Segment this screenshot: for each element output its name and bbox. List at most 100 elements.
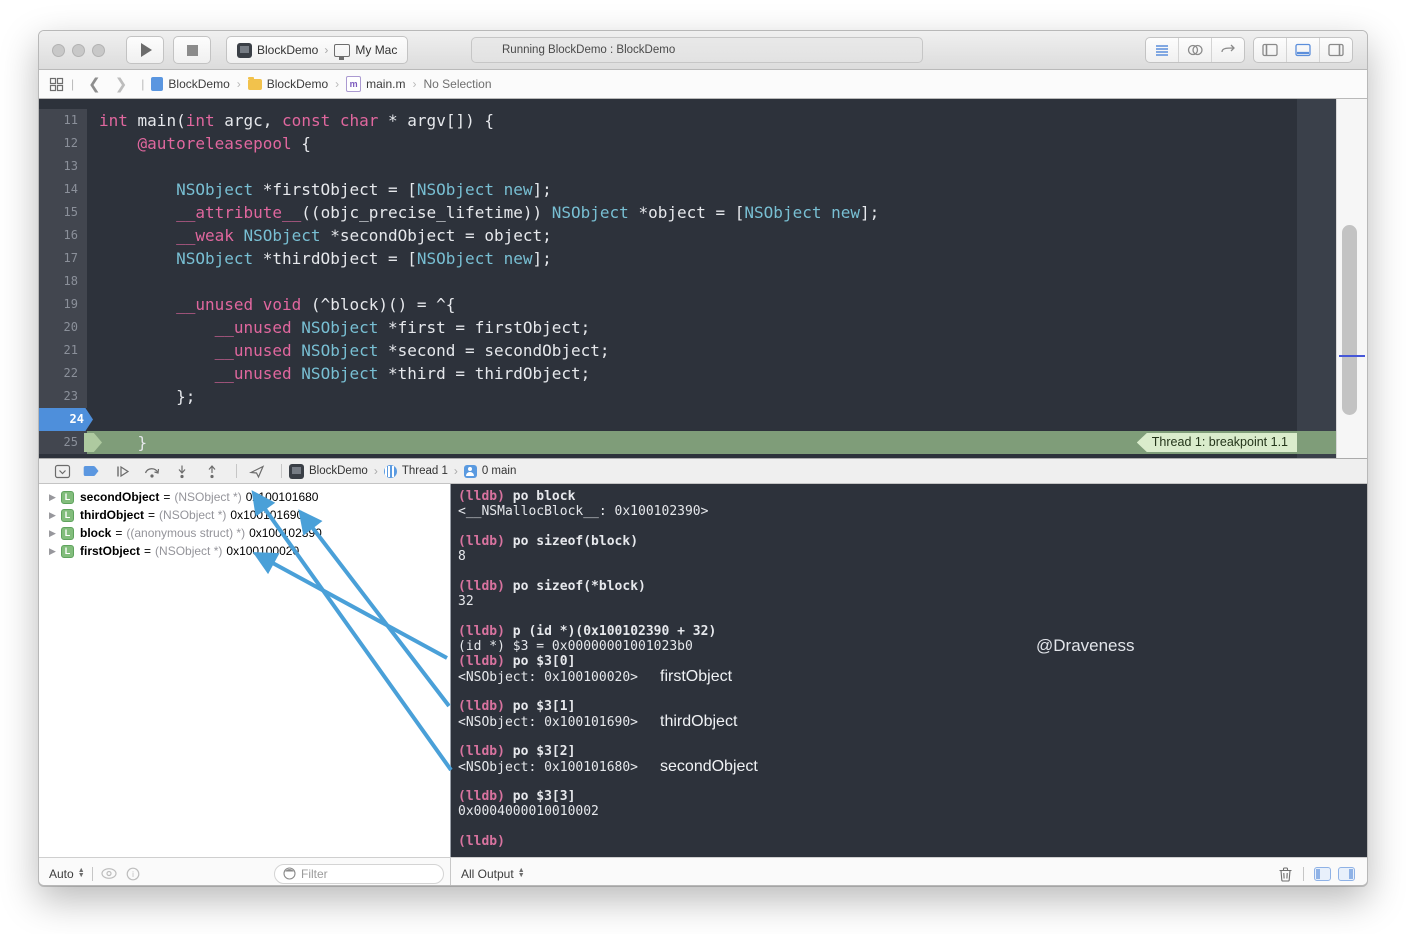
code-line[interactable]: 25 } Thread 1: breakpoint 1.1 [39, 431, 1337, 454]
code-line[interactable]: 12 @autoreleasepool { [39, 132, 1337, 155]
simulate-location-button[interactable] [244, 462, 270, 480]
navigator-panel-toggle[interactable] [1254, 38, 1287, 62]
console-line: 0x0004000010010002 [458, 804, 1367, 819]
scheme-name: BlockDemo [257, 43, 319, 57]
code-line[interactable]: 20 __unused NSObject *first = firstObjec… [39, 316, 1337, 339]
step-into-button[interactable] [169, 462, 195, 480]
forward-button[interactable]: ❯ [108, 75, 135, 93]
lldb-command: po $3[3] [504, 789, 576, 804]
variables-filter-field[interactable]: Filter [274, 863, 444, 884]
scrollbar-thumb[interactable] [1342, 225, 1357, 415]
toolbar-right-controls [1145, 37, 1353, 63]
toolbar: BlockDemo › My Mac Running BlockDemo : B… [39, 31, 1367, 70]
console-line: <NSObject: 0x100101690> thirdObject [458, 714, 1367, 731]
code-line[interactable]: 22 __unused NSObject *third = thirdObjec… [39, 362, 1337, 385]
line-number: 22 [39, 362, 87, 385]
code-line[interactable]: 14 NSObject *firstObject = [NSObject new… [39, 178, 1337, 201]
lldb-prompt: (lldb) [458, 489, 505, 504]
version-editor-button[interactable] [1212, 38, 1244, 62]
zoom-window-button[interactable] [92, 43, 105, 57]
output-scope-selector[interactable]: All Output [461, 867, 514, 881]
debug-crumb-frame[interactable]: 0 main [482, 465, 517, 477]
line-number: 21 [39, 339, 87, 362]
lldb-prompt: (lldb) [458, 699, 505, 714]
chevron-updown-icon[interactable]: ▲ ▼ [518, 867, 525, 879]
line-number: 13 [39, 155, 87, 178]
left-panel-icon [1262, 43, 1278, 57]
related-items-icon[interactable] [49, 77, 64, 92]
code-line[interactable]: 19 __unused void (^block)() = ^{ [39, 293, 1337, 316]
code-line[interactable]: 13 [39, 155, 1337, 178]
close-window-button[interactable] [52, 43, 65, 57]
step-out-button[interactable] [199, 462, 225, 480]
trash-icon[interactable] [1278, 866, 1293, 882]
line-number: 19 [39, 293, 87, 316]
assistant-editor-button[interactable] [1179, 38, 1212, 62]
variable-name: thirdObject [80, 508, 145, 522]
code-line[interactable]: 21 __unused NSObject *second = secondObj… [39, 339, 1337, 362]
debug-crumb-process[interactable]: BlockDemo [309, 465, 368, 477]
code-line[interactable]: 18 [39, 270, 1337, 293]
console-view-toggle[interactable] [1338, 866, 1355, 881]
breakpoints-toggle-button[interactable] [79, 462, 105, 480]
variable-row[interactable]: ▶ Lblock = ((anonymous struct) *) 0x10010239… [39, 524, 450, 542]
disclosure-triangle-icon[interactable]: ▶ [49, 510, 61, 521]
lldb-console[interactable]: (lldb) po block <__NSMallocBlock__: 0x100… [451, 484, 1367, 857]
variable-row[interactable]: ▶ LthirdObject = (NSObject *) 0x100101690 [39, 506, 450, 524]
variable-row[interactable]: ▶ LfirstObject = (NSObject *) 0x100100020 [39, 542, 450, 560]
debug-crumb-thread[interactable]: Thread 1 [402, 465, 448, 477]
watermark-text: @Draveness [1036, 636, 1135, 655]
right-panel-icon [1328, 43, 1344, 57]
lldb-command: p (id *)(0x100102390 + 32) [504, 624, 717, 639]
chevron-updown-icon[interactable]: ▲ ▼ [78, 867, 85, 879]
code-pane[interactable]: 11 int main(int argc, const char * argv[]… [39, 99, 1337, 458]
variable-value: 0x100101690 [230, 508, 304, 522]
code-line[interactable]: 24 [39, 408, 1337, 431]
continue-button[interactable] [109, 462, 135, 480]
variable-row[interactable]: ▶ LsecondObject = (NSObject *) 0x100101680 [39, 488, 450, 506]
console-line: (lldb) p (id *)(0x100102390 + 32) [458, 624, 1367, 639]
disclosure-triangle-icon[interactable]: ▶ [49, 546, 61, 557]
console-line: (lldb) po $3[3] [458, 789, 1367, 804]
editor-scrollbar[interactable] [1336, 99, 1367, 458]
code-line[interactable]: 17 NSObject *thirdObject = [NSObject new… [39, 247, 1337, 270]
folder-icon [247, 76, 262, 90]
debug-panel-toggle[interactable] [1287, 38, 1320, 62]
inspector-panel-toggle[interactable] [1320, 38, 1352, 62]
source-editor[interactable]: 11 int main(int argc, const char * argv[]… [39, 99, 1367, 458]
standard-editor-button[interactable] [1146, 38, 1179, 62]
objc-file-icon: m [346, 76, 362, 92]
breadcrumb-project[interactable]: BlockDemo [168, 77, 229, 91]
console-line: 8 [458, 549, 1367, 564]
breakpoint-marker[interactable]: 24 [39, 408, 93, 431]
run-button[interactable] [126, 36, 164, 64]
disclosure-triangle-icon[interactable]: ▶ [49, 528, 61, 539]
code-line[interactable]: 11 int main(int argc, const char * argv[]… [39, 109, 1337, 132]
breadcrumb-file[interactable]: main.m [366, 77, 405, 91]
variables-view[interactable]: ▶ LsecondObject = (NSObject *) 0x100101680 ▶ L… [39, 484, 451, 857]
minimize-window-button[interactable] [72, 43, 85, 57]
breadcrumb-group[interactable]: BlockDemo [267, 77, 328, 91]
variable-type: (NSObject *) [174, 490, 242, 504]
console-line: (lldb) po sizeof(block) [458, 534, 1367, 549]
step-over-button[interactable] [139, 462, 165, 480]
svg-text:i: i [132, 870, 134, 879]
disclosure-triangle-icon[interactable]: ▶ [49, 492, 61, 503]
info-icon[interactable]: i [126, 867, 140, 881]
stop-button[interactable] [173, 36, 211, 64]
code-line[interactable]: 16 __weak NSObject *secondObject = objec… [39, 224, 1337, 247]
breadcrumb-selection[interactable]: No Selection [423, 77, 491, 91]
thread-breakpoint-badge[interactable]: Thread 1: breakpoint 1.1 [1136, 433, 1297, 452]
variables-bottom-bar: Auto ▲ ▼ i Filter [39, 858, 451, 885]
line-number: 16 [39, 224, 87, 247]
variables-view-toggle[interactable] [1314, 866, 1331, 881]
quicklook-eye-icon[interactable] [100, 867, 118, 880]
line-number: 23 [39, 385, 87, 408]
scheme-selector[interactable]: BlockDemo › My Mac [226, 36, 409, 64]
variable-scope-selector[interactable]: Auto [49, 867, 74, 881]
hide-debug-area-button[interactable] [49, 462, 75, 480]
code-line[interactable]: 23 }; [39, 385, 1337, 408]
code-line[interactable]: 15 __attribute__((objc_precise_lifetime)… [39, 201, 1337, 224]
scheme-destination: My Mac [355, 43, 398, 57]
back-button[interactable]: ❮ [81, 75, 108, 93]
